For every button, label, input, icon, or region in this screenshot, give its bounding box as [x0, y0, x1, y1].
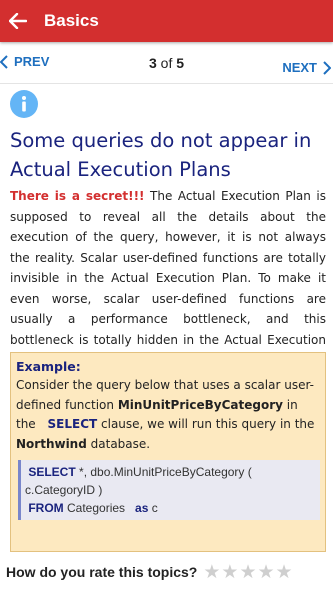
code-line-select: SELECT *, dbo.MinUnitPriceByCategory ( c…	[25, 463, 316, 499]
topic-body: There is a secret!!! The Actual Executio…	[10, 186, 326, 371]
star-rating[interactable]: ★ ★ ★ ★ ★	[203, 562, 293, 582]
page-of: of	[160, 55, 173, 71]
topic-body-text: The Actual Execution Plan is supposed to…	[10, 189, 326, 367]
app-bar: Basics	[0, 0, 333, 42]
topic-heading: Some queries do not appear in Actual Exe…	[10, 129, 312, 181]
function-name: MinUnitPriceByCategory	[117, 397, 283, 412]
page-current: 3	[148, 55, 157, 71]
example-text: Consider the query below that uses a sca…	[16, 376, 320, 454]
database-name: Northwind	[16, 436, 87, 451]
code-keyword-from: FROM	[28, 501, 64, 515]
app-title: Basics	[44, 11, 99, 30]
back-button[interactable]	[2, 0, 34, 42]
example-title: Example:	[16, 359, 81, 374]
example-box: Example: Consider the query below that u…	[10, 352, 326, 552]
arrow-left-icon	[9, 13, 27, 29]
topic-content: Some queries do not appear in Actual Exe…	[10, 90, 326, 371]
code-keyword-select: SELECT	[28, 465, 76, 479]
page-total: 5	[176, 55, 185, 71]
example-text-part: clause, we will run this query in the	[97, 417, 315, 431]
info-glyph	[22, 96, 26, 112]
star-icon[interactable]: ★	[258, 562, 275, 582]
next-button[interactable]: NEXT	[282, 60, 331, 75]
secret-highlight: There is a secret!!!	[10, 189, 145, 203]
star-icon[interactable]: ★	[239, 562, 256, 582]
code-alias: c	[148, 501, 158, 515]
rating-bar: How do you rate this topics? ★ ★ ★ ★ ★	[0, 552, 333, 592]
rating-label: How do you rate this topics?	[6, 564, 198, 580]
example-text-part: database.	[86, 436, 151, 451]
pager: PREV 3 of 5 NEXT	[0, 46, 333, 84]
select-keyword: SELECT	[47, 417, 98, 431]
next-label: NEXT	[282, 60, 317, 75]
code-table: Categories	[63, 501, 129, 515]
chevron-right-icon	[323, 60, 331, 75]
code-keyword-as: as	[135, 501, 149, 515]
code-line-from: FROM Categories as c	[25, 499, 316, 517]
code-block: SELECT *, dbo.MinUnitPriceByCategory ( c…	[18, 460, 320, 520]
star-icon[interactable]: ★	[203, 562, 220, 582]
info-icon	[10, 90, 38, 118]
star-icon[interactable]: ★	[221, 562, 238, 582]
star-icon[interactable]: ★	[276, 562, 293, 582]
